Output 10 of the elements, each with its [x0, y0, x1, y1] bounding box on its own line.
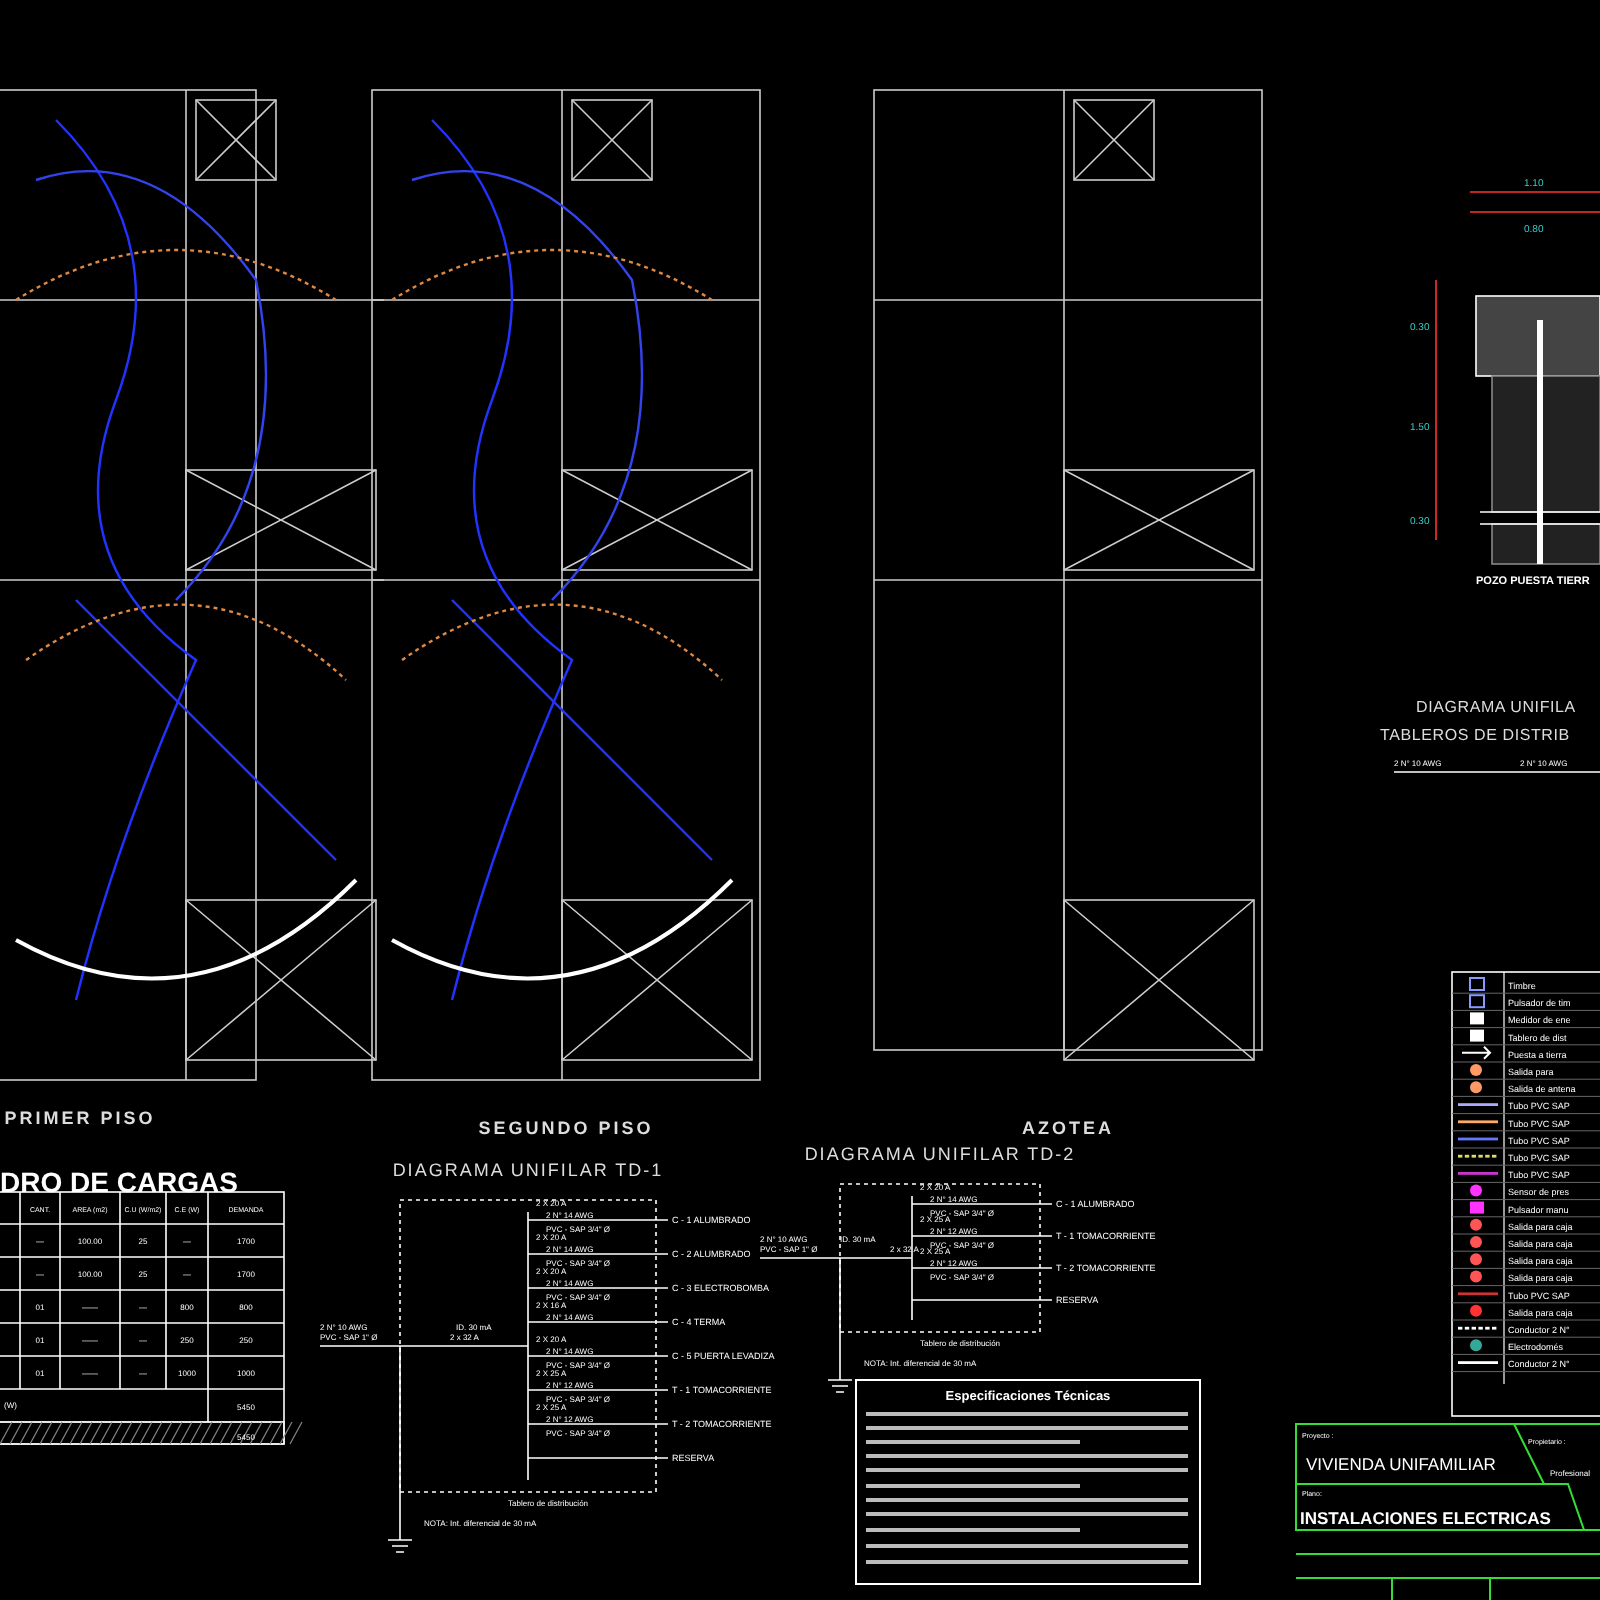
table-title: DRO DE CARGAS: [0, 1166, 239, 1198]
project-name: VIVIENDA UNIFAMILIAR: [1306, 1454, 1496, 1474]
plan-name: INSTALACIONES ELECTRICAS: [1300, 1508, 1551, 1528]
plan-title: AZOTEA: [1022, 1118, 1114, 1138]
diagram-title: DIAGRAMA UNIFILAR TD-2: [804, 1144, 1076, 1164]
diagram-title: DIAGRAMA UNIFILA: [1416, 698, 1576, 716]
plan-title: PRIMER PISO: [4, 1108, 156, 1128]
diagram-title: TABLEROS DE DISTRIB: [1380, 726, 1570, 744]
diagram-title: DIAGRAMA UNIFILAR TD-1: [392, 1160, 664, 1180]
plan-title: SEGUNDO PISO: [478, 1118, 654, 1138]
